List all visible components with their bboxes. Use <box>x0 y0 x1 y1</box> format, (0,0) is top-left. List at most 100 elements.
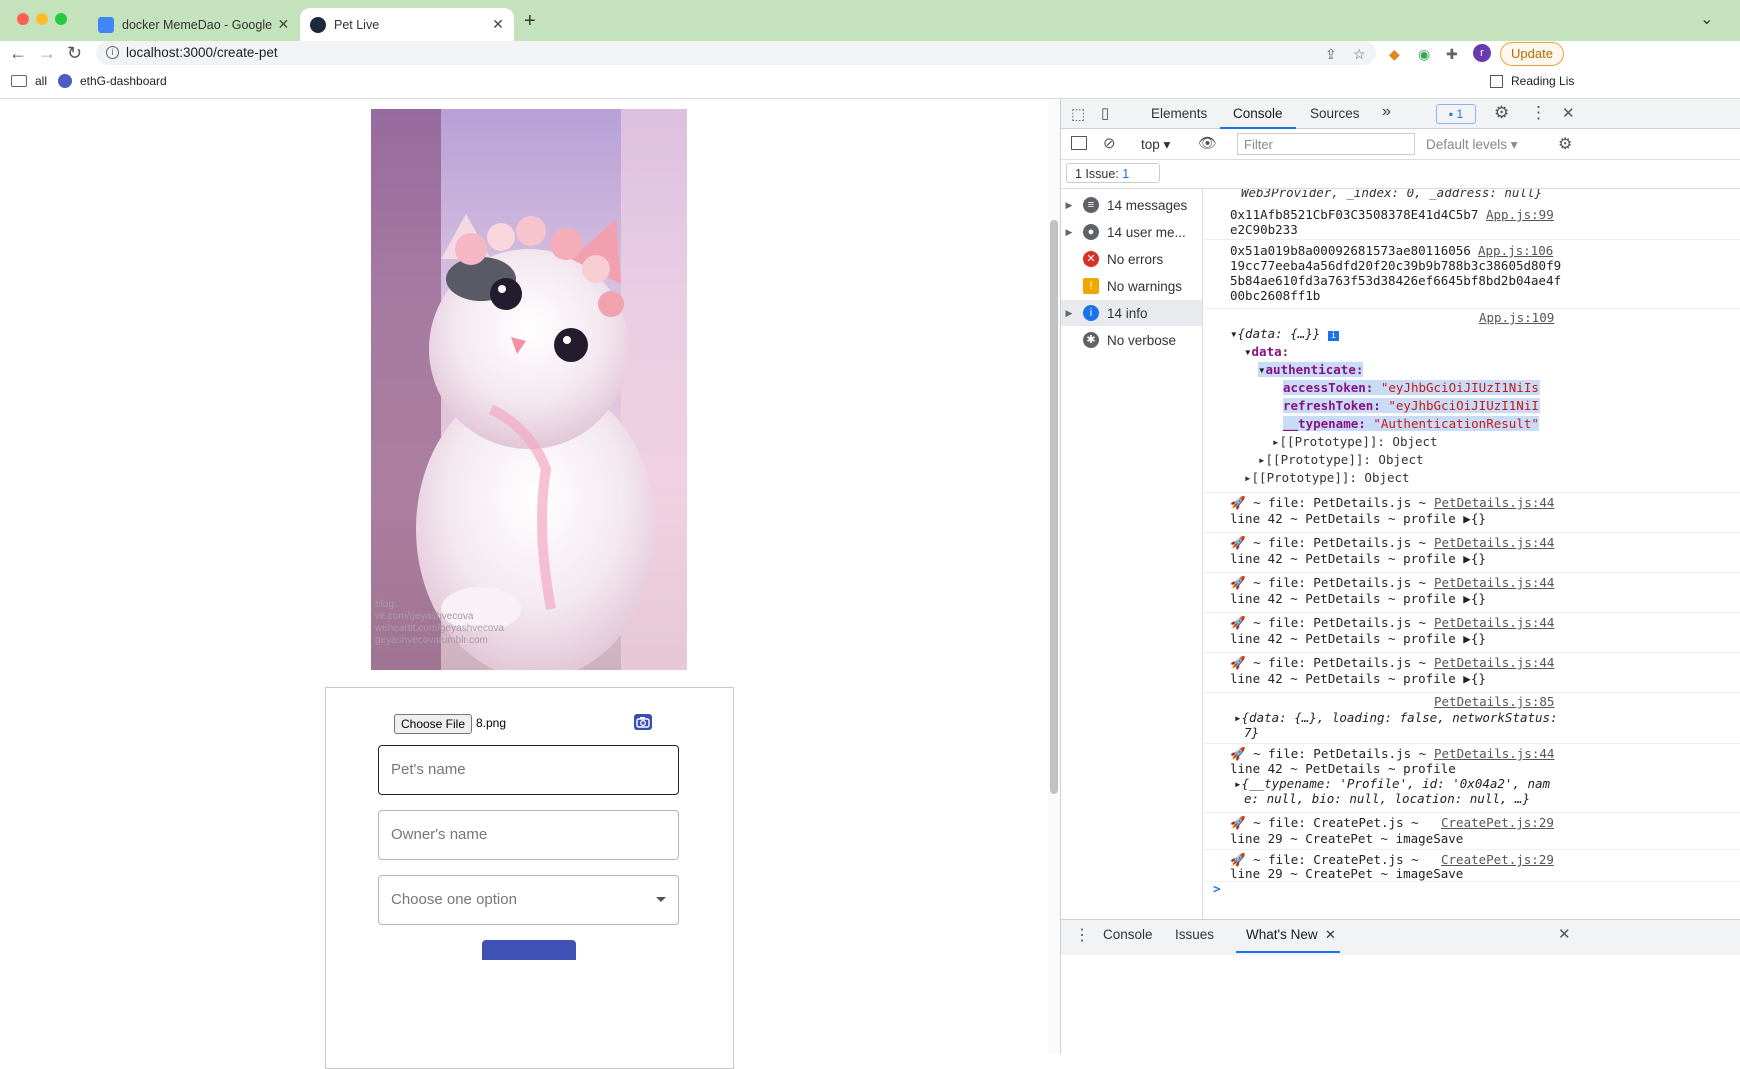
close-tab-icon[interactable]: ✕ <box>1325 927 1336 943</box>
sidebar-item-messages[interactable]: ▶ ≡ 14 messages <box>1061 192 1202 218</box>
drawer-tab-console[interactable]: Console <box>1103 927 1153 942</box>
reading-list-label: Reading Lis <box>1511 74 1575 88</box>
bookmark-label: ethG-dashboard <box>80 74 167 88</box>
option-select[interactable]: Choose one option <box>378 875 679 925</box>
close-tab-icon[interactable]: ✕ <box>275 16 292 33</box>
device-toolbar-icon[interactable]: ▯ <box>1101 104 1109 122</box>
share-icon[interactable]: ⇪ <box>1325 46 1337 63</box>
bookmark-ethg-dashboard[interactable]: ethG-dashboard <box>58 74 167 88</box>
reading-list-icon <box>1490 74 1503 88</box>
source-link[interactable]: App.js:106 <box>1478 243 1553 258</box>
console-line: Web3Provider, _index: 0, _address: null} <box>1241 189 1543 200</box>
back-button[interactable]: ← <box>9 43 27 64</box>
console-message: 🚀 ~ file: PetDetails.js ~ line 42 ~ PetD… <box>1203 744 1740 813</box>
reload-button[interactable]: ↻ <box>67 43 82 64</box>
console-filter-input[interactable]: Filter <box>1237 133 1415 155</box>
source-link[interactable]: PetDetails.js:44 <box>1434 655 1554 670</box>
sidebar-item-verbose[interactable]: ✱ No verbose <box>1061 327 1202 353</box>
object-key[interactable]: refreshToken: "eyJhbGciOiJIUzI1NiIsInR <box>1283 398 1540 413</box>
console-message: 🚀 ~ file: CreatePet.js ~ line 29 ~ Creat… <box>1203 850 1740 882</box>
chevron-down-icon[interactable]: ⌄ <box>1700 9 1713 29</box>
submit-button[interactable] <box>482 940 576 960</box>
object-preview[interactable]: ▾{data: {…}} i <box>1230 326 1340 341</box>
url-text[interactable]: localhost:3000/create-pet <box>126 45 278 60</box>
sidebar-toggle-icon[interactable] <box>1071 136 1087 150</box>
tab-sources[interactable]: Sources <box>1310 106 1360 121</box>
choose-file-button[interactable]: Choose File <box>394 714 472 734</box>
new-tab-button[interactable]: + <box>524 10 536 33</box>
tab-title: Pet Live <box>334 17 380 32</box>
sidebar-item-user-messages[interactable]: ▶ ● 14 user me... <box>1061 219 1202 245</box>
console-line: 🚀 ~ file: CreatePet.js ~ <box>1230 815 1419 830</box>
context-selector[interactable]: top ▾ <box>1141 137 1170 153</box>
object-key[interactable]: __typename: "AuthenticationResult" <box>1283 416 1539 431</box>
source-link[interactable]: App.js:109 <box>1479 310 1554 325</box>
info-icon[interactable]: i <box>106 46 119 59</box>
sidebar-item-info[interactable]: ▶ i 14 info <box>1061 300 1202 326</box>
issues-badge[interactable]: ▪ 1 <box>1436 104 1476 124</box>
more-tabs-icon[interactable]: » <box>1382 103 1391 121</box>
zoom-window-button[interactable] <box>55 13 67 25</box>
drawer-tab-whats-new[interactable]: What's New <box>1246 927 1318 942</box>
object-key[interactable]: ▾authenticate: <box>1258 362 1364 377</box>
tab-console[interactable]: Console <box>1233 106 1283 121</box>
log-levels-dropdown[interactable]: Default levels ▾ <box>1426 137 1518 153</box>
source-link[interactable]: PetDetails.js:44 <box>1434 575 1554 590</box>
page-scrollbar-thumb[interactable] <box>1050 220 1058 794</box>
camera-icon[interactable] <box>634 714 652 730</box>
pet-name-field[interactable]: Pet's name <box>378 745 679 795</box>
source-link[interactable]: PetDetails.js:44 <box>1434 746 1554 761</box>
eye-icon[interactable]: 👁 <box>1198 134 1217 152</box>
object-key[interactable]: ▾data: <box>1244 344 1289 359</box>
inspect-element-icon[interactable]: ⬚ <box>1071 105 1085 123</box>
puzzle-icon[interactable]: ✚ <box>1446 46 1458 63</box>
kebab-menu-icon[interactable]: ⋮ <box>1530 103 1547 123</box>
clear-console-icon[interactable]: ⊘ <box>1103 134 1116 152</box>
source-link[interactable]: CreatePet.js:29 <box>1441 852 1554 867</box>
update-button[interactable]: Update <box>1500 42 1564 66</box>
google-docs-icon <box>98 16 114 33</box>
drawer-menu-icon[interactable]: ⋮ <box>1074 925 1090 945</box>
gear-icon[interactable]: ⚙ <box>1494 103 1509 123</box>
source-link[interactable]: PetDetails.js:85 <box>1434 694 1554 709</box>
object-preview[interactable]: ▸{data: {…}, loading: false, networkStat… <box>1234 710 1558 725</box>
source-link[interactable]: PetDetails.js:44 <box>1434 615 1554 630</box>
star-icon[interactable]: ☆ <box>1353 46 1366 63</box>
prototype-entry[interactable]: ▸[[Prototype]]: Object <box>1244 470 1410 485</box>
sidebar-item-errors[interactable]: ✕ No errors <box>1061 246 1202 272</box>
expand-arrow-icon: ▶ <box>1065 199 1073 210</box>
tab-docker-memedao[interactable]: docker MemeDao - Google Doc ✕ <box>88 8 298 41</box>
object-key[interactable]: accessToken: "eyJhbGciOiJIUzI1NiIsInR5 <box>1283 380 1540 395</box>
source-link[interactable]: PetDetails.js:44 <box>1434 535 1554 550</box>
reading-list[interactable]: Reading Lis <box>1490 74 1574 88</box>
forward-button[interactable]: → <box>38 43 56 64</box>
bookmark-all[interactable]: all <box>11 74 47 88</box>
drawer-tab-issues[interactable]: Issues <box>1175 927 1214 942</box>
close-tab-icon[interactable]: ✕ <box>488 16 508 33</box>
source-link[interactable]: App.js:99 <box>1486 207 1554 222</box>
prototype-entry[interactable]: ▸[[Prototype]]: Object <box>1258 452 1424 467</box>
console-line: 🚀 ~ file: PetDetails.js ~ <box>1230 535 1427 550</box>
close-drawer-icon[interactable]: ✕ <box>1558 925 1571 943</box>
close-window-button[interactable] <box>17 13 29 25</box>
tab-pet-live[interactable]: Pet Live ✕ <box>300 8 514 41</box>
chrome-extension-icon[interactable]: ◉ <box>1418 46 1430 63</box>
avatar[interactable]: r <box>1473 44 1491 62</box>
close-devtools-icon[interactable]: ✕ <box>1562 104 1575 122</box>
owner-name-field[interactable]: Owner's name <box>378 810 679 860</box>
tab-elements[interactable]: Elements <box>1151 106 1207 121</box>
console-line: 7} <box>1244 725 1260 740</box>
source-link[interactable]: CreatePet.js:29 <box>1441 815 1554 830</box>
list-icon: ≡ <box>1083 197 1099 213</box>
minimize-window-button[interactable] <box>36 13 48 25</box>
prototype-entry[interactable]: ▸[[Prototype]]: Object <box>1272 434 1438 449</box>
address-bar[interactable] <box>96 41 1376 65</box>
info-icon: i <box>1083 305 1099 321</box>
object-preview[interactable]: ▸{__typename: 'Profile', id: '0x04a2', n… <box>1234 776 1550 791</box>
source-link[interactable]: PetDetails.js:44 <box>1434 495 1554 510</box>
console-prompt[interactable]: > <box>1213 881 1221 896</box>
issues-chip[interactable]: 1 Issue: 1 <box>1066 163 1160 183</box>
console-settings-icon[interactable]: ⚙ <box>1558 134 1572 154</box>
sidebar-item-warnings[interactable]: ! No warnings <box>1061 273 1202 299</box>
metamask-icon[interactable]: ◆ <box>1389 46 1400 63</box>
